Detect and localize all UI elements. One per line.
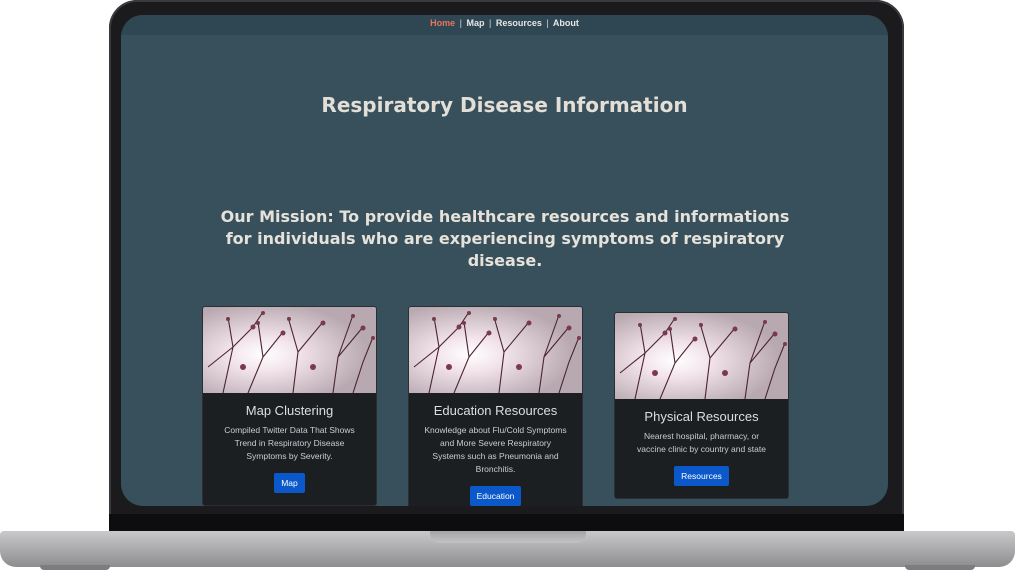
- nav-link-about[interactable]: About: [553, 18, 579, 28]
- branches-photo-icon: [615, 313, 788, 399]
- nav-link-home[interactable]: Home: [430, 18, 455, 28]
- nav-separator: |: [459, 18, 462, 28]
- card-description: Knowledge about Flu/Cold Symptoms and Mo…: [424, 425, 567, 474]
- card-physical-resources: Physical Resources Nearest hospital, pha…: [614, 312, 789, 499]
- laptop-foot: [905, 565, 975, 570]
- card-title: Map Clustering: [245, 403, 334, 418]
- education-button[interactable]: Education: [469, 486, 522, 506]
- browser-viewport: Home | Map | Resources | About Respirato…: [121, 15, 888, 506]
- laptop-notch: [430, 531, 586, 543]
- page-title: Respiratory Disease Information: [321, 93, 688, 117]
- card-description: Compiled Twitter Data That Shows Trend i…: [224, 425, 355, 461]
- card-title: Education Resources: [433, 403, 558, 418]
- top-navbar: Home | Map | Resources | About: [121, 15, 888, 35]
- map-button[interactable]: Map: [274, 473, 305, 493]
- card-map-clustering: Map Clustering Compiled Twitter Data Tha…: [202, 306, 377, 506]
- nav-link-map[interactable]: Map: [466, 18, 484, 28]
- branches-photo-icon: [409, 307, 582, 393]
- branches-photo-icon: [203, 307, 376, 393]
- resources-button[interactable]: Resources: [674, 466, 729, 486]
- nav-separator: |: [488, 18, 492, 28]
- card-title: Physical Resources: [644, 409, 759, 424]
- card-education-resources: Education Resources Knowledge about Flu/…: [408, 306, 583, 506]
- nav-separator: |: [546, 18, 549, 28]
- laptop-hinge: [109, 514, 904, 532]
- mission-statement: Our Mission: To provide healthcare resou…: [220, 207, 790, 270]
- card-description: Nearest hospital, pharmacy, or vaccine c…: [637, 431, 766, 454]
- laptop-foot: [40, 565, 110, 570]
- nav-link-resources[interactable]: Resources: [496, 18, 542, 28]
